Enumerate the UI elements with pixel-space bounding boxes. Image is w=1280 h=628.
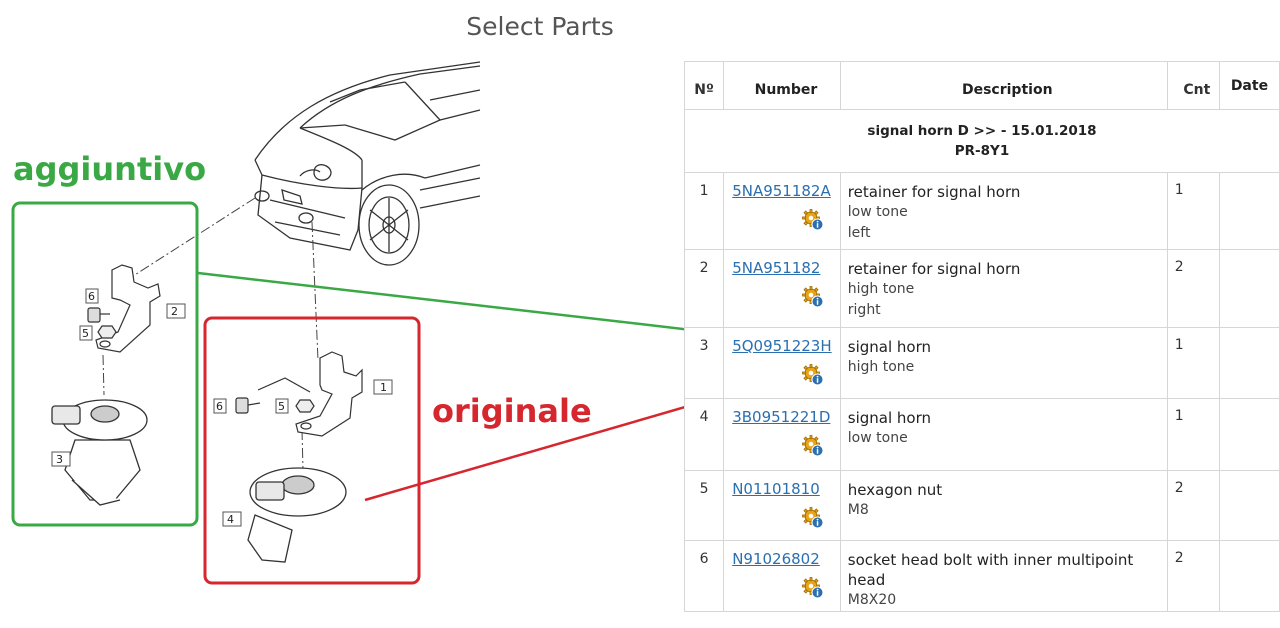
part-description: retainer for signal horn bbox=[847, 183, 1021, 201]
row-number: 6 bbox=[683, 540, 725, 612]
table-header-row: Nº Number Description Cnt Date bbox=[683, 61, 1280, 110]
part-count: 1 bbox=[1166, 172, 1220, 250]
description-detail: left bbox=[847, 225, 871, 241]
group-row: signal horn D >> - 15.01.2018 PR-8Y1 bbox=[684, 109, 1280, 173]
part-description: signal horn bbox=[847, 409, 932, 427]
description-detail: low tone bbox=[847, 204, 908, 220]
part-count: 2 bbox=[1166, 470, 1220, 541]
description-detail: low tone bbox=[847, 430, 908, 446]
gear-info-icon[interactable] bbox=[802, 507, 824, 529]
part-description: socket head bolt with inner multipoint h… bbox=[847, 551, 1134, 589]
part-count: 2 bbox=[1166, 249, 1220, 328]
gear-info-icon[interactable] bbox=[802, 364, 824, 386]
part-date bbox=[1218, 470, 1280, 541]
red-horn bbox=[247, 467, 347, 563]
original-label: originale bbox=[432, 392, 592, 430]
green-bracket bbox=[95, 264, 161, 353]
part-number-link[interactable]: N01101810 bbox=[732, 480, 840, 498]
red-nut bbox=[295, 399, 315, 413]
description-detail: right bbox=[847, 302, 881, 318]
part-number-link[interactable]: 5NA951182A bbox=[732, 182, 840, 200]
row-number: 3 bbox=[683, 327, 725, 399]
group-code: PR-8Y1 bbox=[954, 143, 1010, 159]
table-row[interactable]: 6 N91026802 socket head bolt with inner mu… bbox=[683, 540, 1280, 612]
gear-info-icon[interactable] bbox=[802, 286, 824, 308]
row-number: 4 bbox=[683, 398, 725, 471]
part-number-link[interactable]: 3B0951221D bbox=[732, 408, 840, 426]
parts-diagram: aggiuntivo originale 6 2 5 3 6 5 1 4 bbox=[11, 61, 684, 585]
part-count: 2 bbox=[1166, 540, 1220, 612]
extra-label: aggiuntivo bbox=[13, 150, 206, 188]
green-bolt bbox=[87, 307, 110, 323]
description-detail: M8 bbox=[847, 502, 869, 518]
part-number-link[interactable]: 5NA951182 bbox=[732, 259, 840, 277]
part-date bbox=[1218, 172, 1280, 250]
group-title: signal horn D >> - 15.01.2018 bbox=[867, 123, 1097, 139]
callout-6a: 6 bbox=[88, 290, 95, 303]
part-date bbox=[1218, 398, 1280, 471]
car-illustration bbox=[254, 61, 481, 266]
callout-6b: 6 bbox=[216, 400, 223, 413]
gear-info-icon[interactable] bbox=[802, 577, 824, 599]
part-description: hexagon nut bbox=[847, 481, 943, 499]
callout-1: 1 bbox=[380, 381, 387, 394]
col-header-number[interactable]: Number bbox=[723, 61, 841, 110]
callout-5a: 5 bbox=[82, 327, 89, 340]
original-parts-box bbox=[203, 316, 421, 585]
description-detail: high tone bbox=[847, 281, 915, 297]
part-date bbox=[1218, 540, 1280, 612]
gear-info-icon[interactable] bbox=[802, 435, 824, 457]
part-description: retainer for signal horn bbox=[847, 260, 1021, 278]
description-detail: high tone bbox=[847, 359, 915, 375]
col-header-no[interactable]: Nº bbox=[683, 61, 725, 110]
row-number: 5 bbox=[683, 470, 725, 541]
col-header-date[interactable]: Date bbox=[1218, 61, 1280, 110]
part-number-link[interactable]: 5Q0951223H bbox=[732, 337, 840, 355]
part-count: 1 bbox=[1166, 398, 1220, 471]
table-row[interactable]: 5 N01101810 hexagon nut M8 2 bbox=[683, 470, 1280, 541]
table-row[interactable]: 2 5NA951182 retainer for signal horn high t… bbox=[683, 249, 1280, 328]
gear-info-icon[interactable] bbox=[802, 209, 824, 231]
part-date bbox=[1218, 327, 1280, 399]
col-header-description[interactable]: Description bbox=[839, 61, 1168, 110]
row-number: 1 bbox=[683, 172, 725, 250]
callout-5b: 5 bbox=[278, 400, 285, 413]
green-connector-line bbox=[197, 271, 684, 331]
row-number: 2 bbox=[683, 249, 725, 328]
green-nut bbox=[97, 325, 117, 339]
description-detail: M8X20 bbox=[847, 592, 897, 608]
table-row[interactable]: 4 3B0951221D signal horn low tone 1 bbox=[683, 398, 1280, 471]
callout-4: 4 bbox=[227, 513, 234, 526]
table-row[interactable]: 1 5NA951182A retainer for signal horn low t… bbox=[683, 172, 1280, 250]
col-header-cnt[interactable]: Cnt bbox=[1166, 61, 1220, 110]
part-date bbox=[1218, 249, 1280, 328]
part-count: 1 bbox=[1166, 327, 1220, 399]
parts-table: Nº Number Description Cnt Date signal ho… bbox=[683, 61, 1280, 612]
table-row[interactable]: 3 5Q0951223H signal horn high tone 1 bbox=[683, 327, 1280, 399]
red-bracket bbox=[295, 351, 363, 437]
callout-2: 2 bbox=[171, 305, 178, 318]
part-number-link[interactable]: N91026802 bbox=[732, 550, 840, 568]
callout-3: 3 bbox=[56, 453, 63, 466]
part-description: signal horn bbox=[847, 338, 932, 356]
